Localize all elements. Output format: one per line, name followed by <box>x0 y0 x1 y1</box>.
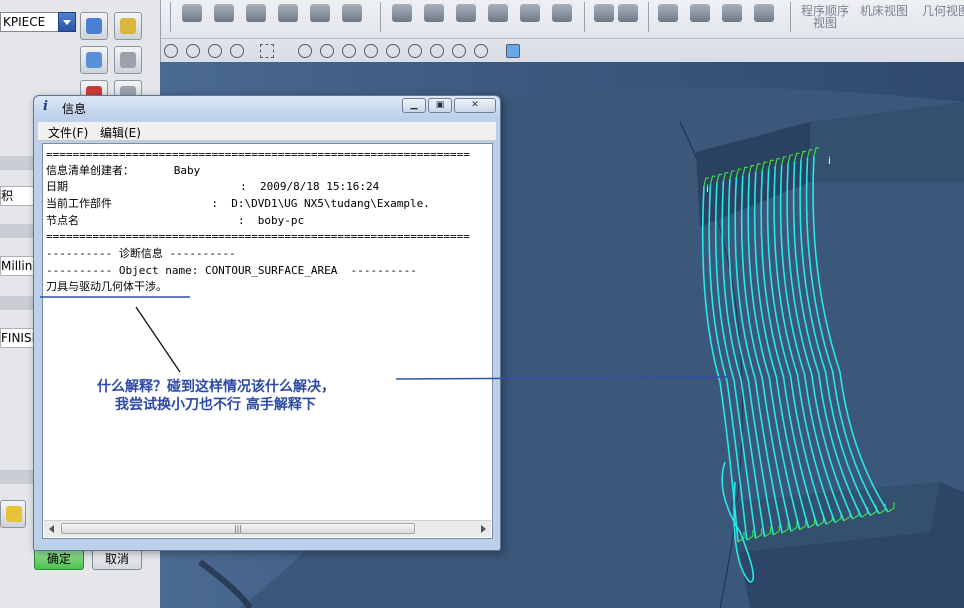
toolbar-row-selection <box>160 38 964 63</box>
snap-center-icon[interactable] <box>386 44 400 58</box>
scroll-right-icon[interactable] <box>481 525 486 533</box>
info-icon[interactable] <box>690 4 710 22</box>
annotation-question: 什么解释？碰到这样情况该什么解决， <box>97 379 335 395</box>
display-geometry-button[interactable] <box>80 46 108 74</box>
floor-fillet <box>198 559 253 608</box>
geometry-icon <box>86 18 102 34</box>
info-date-line: 日期 : 2009/8/18 15:16:24 <box>46 180 380 193</box>
shop-doc-icon[interactable] <box>552 4 572 22</box>
dialog-menubar: 文件(F) 编辑(E) <box>38 122 496 141</box>
separator-line: ========================================… <box>46 148 470 161</box>
diagnostic-header-line: ---------- 诊断信息 ---------- <box>46 247 236 260</box>
info-dialog: i 信息 ▁ ▣ ✕ 文件(F) 编辑(E) =================… <box>33 95 501 551</box>
snap-quadrant-icon[interactable] <box>408 44 422 58</box>
info-text-area[interactable]: ========================================… <box>42 143 493 539</box>
toolbar-separator <box>380 2 381 32</box>
ok-button[interactable]: 确定 <box>34 548 84 570</box>
error-message-line: 刀具与驱动几何体干涉。 <box>46 280 167 293</box>
parameter-field-value: 积 <box>1 189 14 203</box>
program-order-sub-label: 视图 <box>812 16 837 30</box>
stock-field-value: FINISH <box>1 331 35 345</box>
geometry-view-button[interactable]: 几何视图 <box>920 5 964 17</box>
section-strip <box>0 224 36 238</box>
delete-icon[interactable] <box>310 4 330 22</box>
toolbar-separator <box>790 2 791 32</box>
post-process-icon[interactable] <box>594 4 614 22</box>
generate-button[interactable] <box>0 500 26 528</box>
snap-existing-point-icon[interactable] <box>430 44 444 58</box>
snap-arc-icon[interactable] <box>364 44 378 58</box>
snap-on-curve-icon[interactable] <box>452 44 466 58</box>
snap-on-face-icon[interactable] <box>474 44 488 58</box>
replay-toolpath-icon[interactable] <box>424 4 444 22</box>
generate-toolpath-icon[interactable] <box>392 4 412 22</box>
scroll-thumb[interactable]: ||| <box>61 523 415 534</box>
info-node-line: 节点名 : boby-pc <box>46 214 305 227</box>
generate-icon <box>6 506 22 522</box>
output-cls-icon[interactable] <box>618 4 638 22</box>
machine-view-button[interactable]: 机床视图 <box>858 5 910 17</box>
snap-midpoint-icon[interactable] <box>320 44 334 58</box>
snap-endpoint-icon[interactable] <box>298 44 312 58</box>
method-field[interactable]: Milling <box>0 256 36 276</box>
info-icon: i <box>43 99 48 114</box>
clock-icon[interactable] <box>754 4 774 22</box>
simulate-icon[interactable] <box>520 4 540 22</box>
minimize-button[interactable]: ▁ <box>402 98 426 113</box>
info-creator-line: 信息清单创建者： Baby <box>46 164 201 177</box>
toolbar-row-operations: 程序顺序 视图 机床视图 几何视图 <box>160 0 964 34</box>
list-toolpath-icon[interactable] <box>488 4 508 22</box>
geometry-combo-value: KPIECE <box>3 15 46 29</box>
svg-text:i: i <box>706 184 709 195</box>
object-name-line: ---------- Object name: CONTOUR_SURFACE_… <box>46 264 417 277</box>
program-order-view-button[interactable]: 程序顺序 视图 <box>800 5 850 29</box>
annotation-question-2: 我尝试换小刀也不行 高手解释下 <box>115 397 316 413</box>
parameter-field[interactable]: 积 <box>0 186 36 206</box>
snap-line-icon[interactable] <box>342 44 356 58</box>
horizontal-scrollbar[interactable]: ||| <box>44 520 491 537</box>
create-program-icon[interactable] <box>182 4 202 22</box>
info-part-line: 当前工作部件 : D:\DVD1\UG NX5\tudang\Example. <box>46 197 430 210</box>
dialog-titlebar[interactable]: i 信息 ▁ ▣ ✕ <box>34 96 500 118</box>
cancel-button[interactable]: 取消 <box>92 548 142 570</box>
wrench-icon <box>120 18 136 34</box>
menu-file[interactable]: 文件(F) <box>48 124 88 141</box>
toolbar-separator <box>648 2 649 32</box>
menu-edit[interactable]: 编辑(E) <box>100 124 141 141</box>
tool-icon <box>120 52 136 68</box>
section-strip <box>0 156 36 170</box>
undo-icon[interactable] <box>164 44 178 58</box>
section-strip <box>0 296 36 310</box>
select-feature-icon[interactable] <box>208 44 222 58</box>
method-field-value: Milling <box>1 259 35 273</box>
section-strip <box>0 470 36 484</box>
properties-icon[interactable] <box>722 4 742 22</box>
toolbar-separator <box>170 2 171 32</box>
stock-field[interactable]: FINISH <box>0 328 36 348</box>
close-button[interactable]: ✕ <box>454 98 496 113</box>
separator-line: ========================================… <box>46 230 470 243</box>
chevron-down-icon[interactable] <box>58 12 76 32</box>
box-icon <box>86 52 102 68</box>
svg-text:i: i <box>828 156 831 167</box>
create-geometry-icon[interactable] <box>246 4 266 22</box>
cut-icon[interactable] <box>342 4 362 22</box>
tool-button[interactable] <box>114 46 142 74</box>
rectangle-select-icon[interactable] <box>260 44 274 58</box>
restore-button[interactable]: ▣ <box>428 98 452 113</box>
create-tool-icon[interactable] <box>214 4 234 22</box>
new-geometry-button[interactable] <box>80 12 108 40</box>
select-face-icon[interactable] <box>230 44 244 58</box>
verify-toolpath-icon[interactable] <box>456 4 476 22</box>
dialog-title: 信息 <box>62 102 87 116</box>
scroll-left-icon[interactable] <box>49 525 54 533</box>
select-body-icon[interactable] <box>186 44 200 58</box>
toolbar-separator <box>584 2 585 32</box>
feed-rate-icon[interactable] <box>658 4 678 22</box>
geometry-view-label: 几何视图 <box>921 4 964 18</box>
create-method-icon[interactable] <box>278 4 298 22</box>
edit-geometry-button[interactable] <box>114 12 142 40</box>
cube-icon[interactable] <box>506 44 520 58</box>
machine-view-label: 机床视图 <box>859 4 908 18</box>
